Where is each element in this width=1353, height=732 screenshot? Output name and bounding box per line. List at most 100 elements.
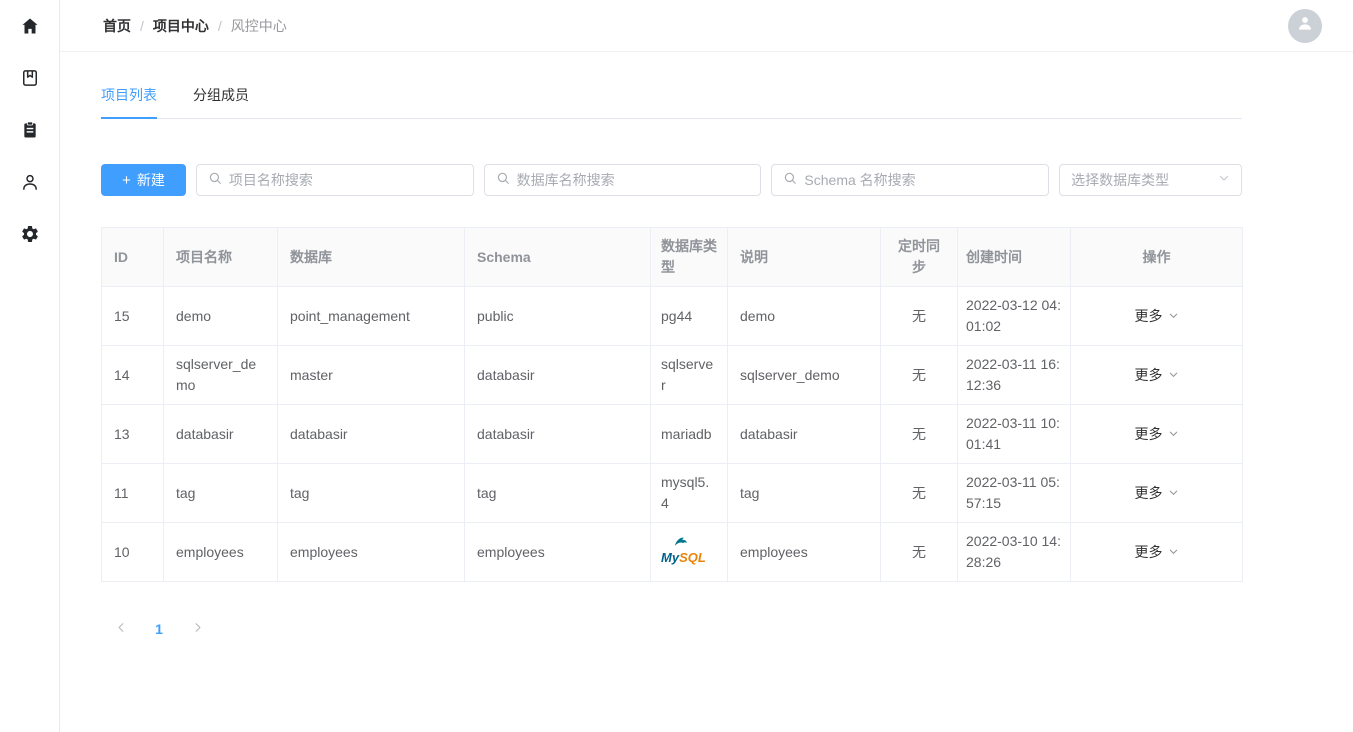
sidebar xyxy=(0,0,60,732)
cell-id: 15 xyxy=(102,287,164,346)
row-more-dropdown[interactable]: 更多 xyxy=(1135,424,1179,444)
breadcrumb-item[interactable]: 首页 xyxy=(103,16,131,36)
content: 项目列表 分组成员 + 新建 xyxy=(60,85,1242,645)
new-project-button[interactable]: + 新建 xyxy=(101,164,186,196)
next-page-button[interactable] xyxy=(181,613,213,645)
user-icon xyxy=(1295,13,1315,38)
table-body: 15demopoint_managementpublicpg44demo无202… xyxy=(102,287,1243,582)
breadcrumb: 首页/项目中心/风控中心 xyxy=(103,16,287,36)
breadcrumb-separator: / xyxy=(140,18,144,34)
cell-sync: 无 xyxy=(881,523,958,582)
more-label: 更多 xyxy=(1135,306,1163,326)
table-row: 13databasirdatabasirdatabasirmariadbdata… xyxy=(102,405,1243,464)
user-avatar[interactable] xyxy=(1288,9,1322,43)
column-header: ID xyxy=(102,228,164,287)
mysql-logo-icon: MySQL xyxy=(661,536,706,568)
cell-id: 10 xyxy=(102,523,164,582)
cell-db_type: mariadb xyxy=(651,405,728,464)
cell-actions: 更多 xyxy=(1071,405,1243,464)
cell-schema: databasir xyxy=(465,346,651,405)
cell-db_type: MySQL xyxy=(651,523,728,582)
cell-actions: 更多 xyxy=(1071,346,1243,405)
settings-icon xyxy=(20,224,40,244)
cell-name: databasir xyxy=(164,405,278,464)
search-icon xyxy=(496,171,510,190)
cell-database: employees xyxy=(278,523,465,582)
search-icon xyxy=(783,171,797,190)
cell-actions: 更多 xyxy=(1071,523,1243,582)
row-more-dropdown[interactable]: 更多 xyxy=(1135,306,1179,326)
pagination: 1 xyxy=(101,613,1242,645)
row-more-dropdown[interactable]: 更多 xyxy=(1135,483,1179,503)
table-row: 15demopoint_managementpublicpg44demo无202… xyxy=(102,287,1243,346)
cell-schema: public xyxy=(465,287,651,346)
cell-sync: 无 xyxy=(881,346,958,405)
column-header: 数据库 xyxy=(278,228,465,287)
page-number-button[interactable]: 1 xyxy=(143,613,175,645)
cell-database: databasir xyxy=(278,405,465,464)
row-more-dropdown[interactable]: 更多 xyxy=(1135,365,1179,385)
cell-schema: databasir xyxy=(465,405,651,464)
database-search-box xyxy=(484,164,762,196)
search-icon xyxy=(208,171,222,190)
notebook-icon xyxy=(20,68,40,88)
cell-schema: employees xyxy=(465,523,651,582)
cell-name: tag xyxy=(164,464,278,523)
topbar: 首页/项目中心/风控中心 xyxy=(60,0,1353,52)
schema-search-box xyxy=(771,164,1049,196)
chevron-down-icon xyxy=(1168,485,1179,501)
chevron-down-icon xyxy=(1218,171,1230,189)
db-type-select[interactable]: 选择数据库类型 xyxy=(1059,164,1242,196)
main-area: 首页/项目中心/风控中心 项目列表分组成员 + 新建 xyxy=(60,0,1353,732)
column-header: 数据库类型 xyxy=(651,228,728,287)
projects-table: ID项目名称数据库Schema数据库类型说明定时同步创建时间操作 15demop… xyxy=(101,227,1243,582)
database-search-input[interactable] xyxy=(517,172,750,188)
home-icon xyxy=(20,16,40,36)
cell-id: 13 xyxy=(102,405,164,464)
cell-schema: tag xyxy=(465,464,651,523)
more-label: 更多 xyxy=(1135,483,1163,503)
cell-id: 14 xyxy=(102,346,164,405)
chevron-down-icon xyxy=(1168,426,1179,442)
prev-page-button[interactable] xyxy=(105,613,137,645)
cell-description: demo xyxy=(728,287,881,346)
plus-icon: + xyxy=(122,173,131,188)
breadcrumb-separator: / xyxy=(218,18,222,34)
column-header: 说明 xyxy=(728,228,881,287)
cell-description: sqlserver_demo xyxy=(728,346,881,405)
cell-name: demo xyxy=(164,287,278,346)
more-label: 更多 xyxy=(1135,365,1163,385)
row-more-dropdown[interactable]: 更多 xyxy=(1135,542,1179,562)
chevron-left-icon xyxy=(115,621,128,637)
cell-created_at: 2022-03-12 04:01:02 xyxy=(958,287,1071,346)
app-window: 首页/项目中心/风控中心 项目列表分组成员 + 新建 xyxy=(0,0,1353,732)
cell-db_type: sqlserver xyxy=(651,346,728,405)
sidebar-item-projects[interactable] xyxy=(0,104,60,156)
cell-actions: 更多 xyxy=(1071,287,1243,346)
new-button-label: 新建 xyxy=(137,170,165,190)
table-row: 11tagtagtagmysql5.4tag无2022-03-11 05:57:… xyxy=(102,464,1243,523)
sidebar-item-settings[interactable] xyxy=(0,208,60,260)
cell-name: employees xyxy=(164,523,278,582)
cell-db_type: pg44 xyxy=(651,287,728,346)
sidebar-item-docs[interactable] xyxy=(0,52,60,104)
breadcrumb-item[interactable]: 项目中心 xyxy=(153,16,209,36)
project-search-input[interactable] xyxy=(229,172,462,188)
cell-name: sqlserver_demo xyxy=(164,346,278,405)
cell-description: employees xyxy=(728,523,881,582)
chevron-down-icon xyxy=(1168,308,1179,324)
sidebar-item-home[interactable] xyxy=(0,0,60,52)
cell-description: tag xyxy=(728,464,881,523)
column-header: Schema xyxy=(465,228,651,287)
cell-database: point_management xyxy=(278,287,465,346)
user-icon xyxy=(20,172,40,192)
schema-search-input[interactable] xyxy=(804,172,1037,188)
table-row: 14sqlserver_demomasterdatabasirsqlserver… xyxy=(102,346,1243,405)
tab-group-members[interactable]: 分组成员 xyxy=(193,85,249,118)
sidebar-item-members[interactable] xyxy=(0,156,60,208)
cell-database: tag xyxy=(278,464,465,523)
chevron-down-icon xyxy=(1168,544,1179,560)
chevron-down-icon xyxy=(1168,367,1179,383)
tab-project-list[interactable]: 项目列表 xyxy=(101,85,157,118)
cell-actions: 更多 xyxy=(1071,464,1243,523)
